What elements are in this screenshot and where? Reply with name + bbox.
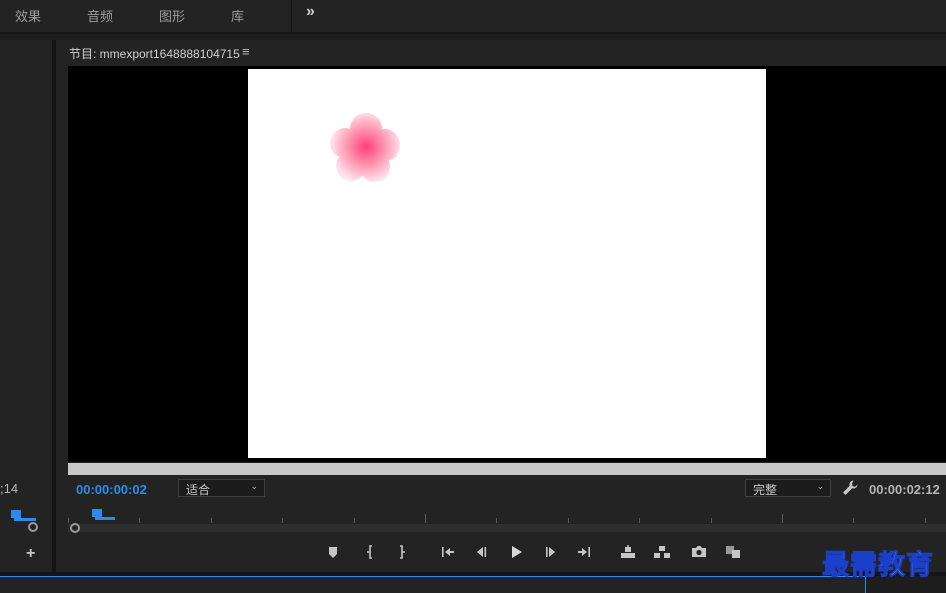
source-timecode: ;14 bbox=[0, 481, 19, 496]
zoom-scroll-track[interactable] bbox=[68, 524, 946, 532]
program-playhead[interactable] bbox=[92, 509, 102, 517]
source-panel: ;14 + bbox=[0, 40, 52, 572]
timeline-panel[interactable] bbox=[0, 576, 866, 593]
viewer-scroll-bar[interactable] bbox=[68, 463, 946, 475]
step-back-icon[interactable] bbox=[472, 543, 490, 561]
sequence-duration: 00:00:02:12 bbox=[869, 482, 940, 497]
time-ruler[interactable] bbox=[68, 506, 946, 526]
play-icon[interactable] bbox=[507, 543, 525, 561]
lift-icon[interactable] bbox=[619, 543, 637, 561]
zoom-level-value: 适合 bbox=[186, 483, 211, 497]
program-monitor-title[interactable]: 节目: mmexport1648888104715 bbox=[69, 45, 240, 62]
monitor-settings-row: 00:00:00:02 适合 ⌄ 完整 ⌄ 00:00:02:12 bbox=[56, 478, 946, 502]
panel-menu-icon[interactable]: ≡ bbox=[242, 44, 250, 59]
step-forward-icon[interactable] bbox=[542, 543, 560, 561]
tab-graphics[interactable]: 图形 bbox=[159, 6, 185, 25]
playback-resolution-select[interactable]: 完整 ⌄ bbox=[745, 479, 831, 497]
mark-out-icon[interactable] bbox=[393, 543, 411, 561]
video-viewer[interactable] bbox=[68, 66, 946, 462]
flower-image bbox=[330, 113, 400, 182]
playback-resolution-value: 完整 bbox=[753, 483, 778, 497]
go-to-out-icon[interactable] bbox=[576, 543, 594, 561]
tab-divider bbox=[291, 0, 292, 34]
watermark-logo: 最需教育 bbox=[822, 550, 934, 582]
compare-icon[interactable] bbox=[724, 543, 742, 561]
transport-controls bbox=[56, 540, 946, 564]
tab-libraries[interactable]: 库 bbox=[231, 6, 244, 25]
video-frame bbox=[248, 69, 766, 458]
zoom-handle[interactable] bbox=[70, 523, 80, 533]
overflow-chevron-icon[interactable]: » bbox=[306, 3, 315, 21]
marker-icon[interactable] bbox=[324, 543, 342, 561]
mark-in-icon[interactable] bbox=[361, 543, 379, 561]
extract-icon[interactable] bbox=[653, 543, 671, 561]
go-to-in-icon[interactable] bbox=[438, 543, 456, 561]
tab-effects[interactable]: 效果 bbox=[15, 6, 41, 25]
source-playhead[interactable] bbox=[11, 510, 21, 518]
playhead-frame-range bbox=[95, 517, 115, 520]
program-monitor: 节目: mmexport1648888104715 ≡ 00:00:00:02 … bbox=[56, 40, 946, 572]
chevron-down-icon: ⌄ bbox=[816, 481, 824, 491]
panel-tab-bar: 效果 音频 图形 库 » bbox=[0, 0, 946, 34]
camera-icon[interactable] bbox=[690, 543, 708, 561]
source-playhead-range bbox=[14, 518, 36, 521]
tab-audio[interactable]: 音频 bbox=[87, 6, 113, 25]
wrench-icon[interactable] bbox=[841, 479, 859, 497]
button-editor-icon[interactable]: + bbox=[26, 545, 35, 563]
zoom-level-select[interactable]: 适合 ⌄ bbox=[178, 479, 265, 497]
source-zoom-handle[interactable] bbox=[28, 522, 38, 532]
chevron-down-icon: ⌄ bbox=[250, 481, 258, 491]
playhead-timecode[interactable]: 00:00:00:02 bbox=[76, 482, 147, 497]
